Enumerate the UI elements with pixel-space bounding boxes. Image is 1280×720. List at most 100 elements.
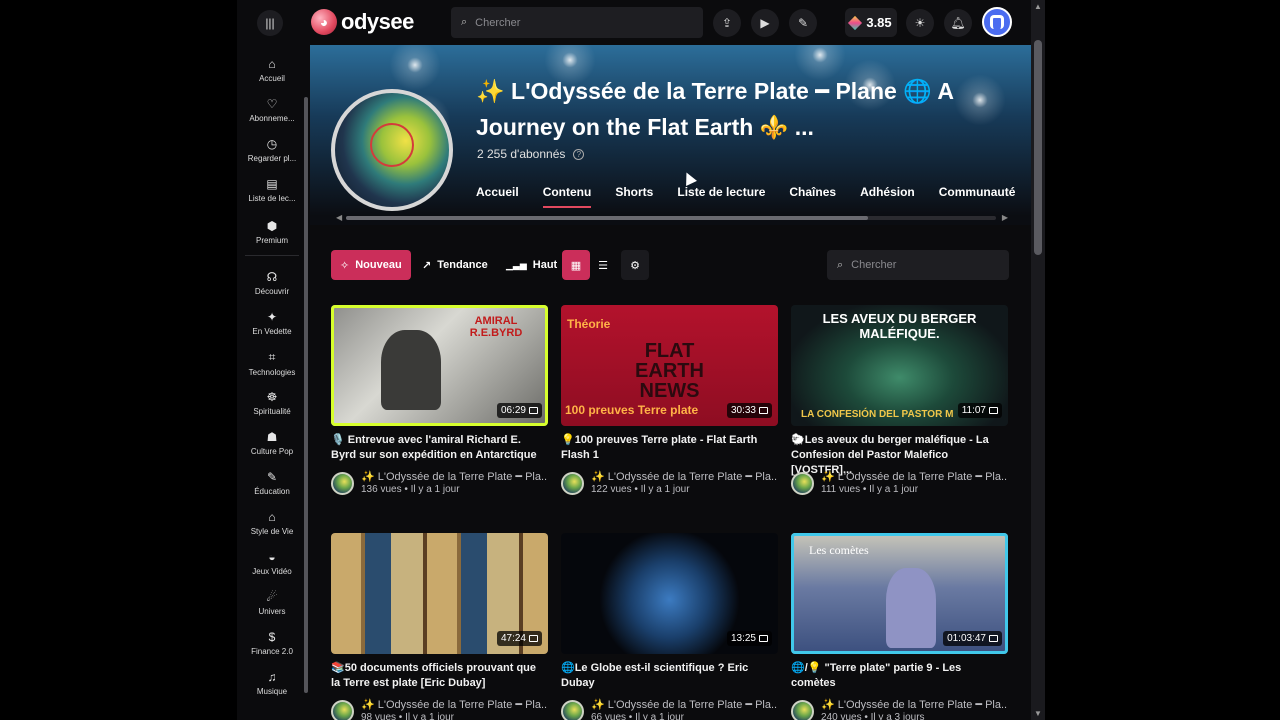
video-title[interactable]: 📚50 documents officiels prouvant que la … xyxy=(331,661,548,691)
scroll-up-icon[interactable]: ▲ xyxy=(1034,2,1042,11)
menu-icon[interactable]: ||| xyxy=(257,10,283,36)
video-thumbnail[interactable]: LES AVEUX DU BERGER MALÉFIQUE. LA CONFES… xyxy=(791,305,1008,426)
sidebar-item-style-de-vie[interactable]: ⌂ Style de Vie xyxy=(237,510,307,536)
theme-toggle-icon[interactable]: ☀ xyxy=(906,9,934,37)
channel-avatar[interactable] xyxy=(331,89,453,211)
video-channel-name[interactable]: ✨ L'Odyssée de la Terre Plate ━ Pla... xyxy=(361,470,548,483)
sidebar-divider xyxy=(245,255,299,256)
channel-avatar-small[interactable] xyxy=(791,700,814,720)
video-channel-name[interactable]: ✨ L'Odyssée de la Terre Plate ━ Pla... xyxy=(361,698,548,711)
tab-adhesion[interactable]: Adhésion xyxy=(848,185,927,207)
scroll-right-icon[interactable]: ▶ xyxy=(1002,213,1008,222)
channel-avatar-small[interactable] xyxy=(791,472,814,495)
tab-communaute[interactable]: Communauté xyxy=(927,185,1028,207)
filter-trending-button[interactable]: ↗ Tendance xyxy=(413,250,497,280)
tab-liste-de-lecture[interactable]: Liste de lecture xyxy=(665,185,777,207)
video-duration: 11:07 xyxy=(957,403,1002,418)
channel-avatar-small[interactable] xyxy=(331,472,354,495)
video-views-date: 136 vues • Il y a 1 jour xyxy=(361,484,460,495)
video-channel-name[interactable]: ✨ L'Odyssée de la Terre Plate ━ Pla... xyxy=(591,470,778,483)
video-title[interactable]: 🌐Le Globe est-il scientifique ? Eric Dub… xyxy=(561,661,778,691)
sidebar-item-label: Technologies xyxy=(248,368,296,377)
sidebar-item-univers[interactable]: ☄ Univers xyxy=(237,590,307,616)
search-icon: ⌕ xyxy=(837,258,844,271)
filter-new-button[interactable]: ✧ Nouveau xyxy=(331,250,411,280)
duration-text: 13:25 xyxy=(730,633,756,644)
filter-bar: ✧ Nouveau ↗ Tendance ▁▃▅ Haut ▦ ☰ ⚙ ⌕ xyxy=(331,250,1009,280)
channel-avatar-small[interactable] xyxy=(331,700,354,720)
scroll-thumb[interactable] xyxy=(346,216,868,220)
sidebar-item-decouvrir[interactable]: ☊ Découvrir xyxy=(237,270,307,296)
content-search-input[interactable] xyxy=(851,259,992,271)
video-meta: ✨ L'Odyssée de la Terre Plate ━ Pla... 9… xyxy=(331,698,548,720)
video-thumbnail[interactable]: Les comètes 01:03:47 xyxy=(791,533,1008,654)
user-avatar[interactable] xyxy=(982,7,1012,37)
video-title[interactable]: 🌐/💡 "Terre plate" partie 9 - Les comètes xyxy=(791,661,1008,691)
video-channel-name[interactable]: ✨ L'Odyssée de la Terre Plate ━ Pla... xyxy=(591,698,778,711)
sidebar-item-education[interactable]: ✎ Éducation xyxy=(237,470,307,496)
filter-top-button[interactable]: ▁▃▅ Haut xyxy=(497,250,566,280)
filter-settings-icon[interactable]: ⚙ xyxy=(621,250,649,280)
video-meta: ✨ L'Odyssée de la Terre Plate ━ Pla... 6… xyxy=(561,698,778,720)
scroll-down-icon[interactable]: ▼ xyxy=(1034,709,1042,718)
sidebar-item-abonnements[interactable]: ♡ Abonneme... xyxy=(237,97,307,123)
tab-shorts[interactable]: Shorts xyxy=(603,185,665,207)
sidebar-item-finance[interactable]: $ Finance 2.0 xyxy=(237,630,307,656)
sidebar-item-liste-de-lecture[interactable]: ▤ Liste de lec... xyxy=(237,177,307,203)
grid-view-icon[interactable]: ▦ xyxy=(562,250,590,280)
list-view-icon[interactable]: ☰ xyxy=(589,250,617,280)
video-title[interactable]: 🎙️ Entrevue avec l'amiral Richard E. Byr… xyxy=(331,433,548,463)
tab-chaines[interactable]: Chaînes xyxy=(777,185,848,207)
sidebar-item-jeux-video[interactable]: ◒ Jeux Vidéo xyxy=(237,550,307,576)
sidebar-item-label: Culture Pop xyxy=(250,447,294,456)
pen-icon[interactable]: ✎ xyxy=(789,9,817,37)
credits-balance[interactable]: 3.85 xyxy=(845,8,897,37)
tab-accueil[interactable]: Accueil xyxy=(464,185,531,207)
live-icon[interactable]: ▶ xyxy=(751,9,779,37)
sidebar-item-regarder-plus-tard[interactable]: ◷ Regarder pl... xyxy=(237,137,307,163)
logo[interactable]: ◕ odysee xyxy=(311,9,414,35)
sidebar-item-accueil[interactable]: ⌂ Accueil xyxy=(237,57,307,83)
page-scrollbar[interactable]: ▲ ▼ xyxy=(1031,0,1045,720)
filter-trending-label: Tendance xyxy=(437,259,488,271)
channel-avatar-small[interactable] xyxy=(561,472,584,495)
filter-top-label: Haut xyxy=(532,259,558,271)
playlist-icon: ▤ xyxy=(266,177,278,191)
search-bar[interactable]: ⌕ xyxy=(451,7,703,38)
thumbnail-text: Théorie xyxy=(567,317,611,331)
video-thumbnail[interactable]: 13:25 xyxy=(561,533,778,654)
sidebar-item-culture-pop[interactable]: ☗ Culture Pop xyxy=(237,430,307,456)
video-meta: ✨ L'Odyssée de la Terre Plate ━ Pla... 1… xyxy=(791,470,1008,496)
help-icon[interactable]: ? xyxy=(573,148,585,160)
sidebar-item-technologies[interactable]: ⌗ Technologies xyxy=(237,350,307,377)
channel-avatar-small[interactable] xyxy=(561,700,584,720)
search-input[interactable] xyxy=(475,16,676,29)
video-duration: 06:29 xyxy=(496,403,542,418)
channel-tabs: Accueil Contenu Shorts Liste de lecture … xyxy=(464,185,1028,208)
video-thumbnail[interactable]: 47:24 xyxy=(331,533,548,654)
logo-text: odysee xyxy=(341,9,414,34)
duration-text: 06:29 xyxy=(500,405,526,416)
video-channel-name[interactable]: ✨ L'Odyssée de la Terre Plate ━ Pla... xyxy=(821,698,1008,711)
sidebar-item-label: Style de Vie xyxy=(250,527,294,536)
video-channel-name[interactable]: ✨ L'Odyssée de la Terre Plate ━ Pla... xyxy=(821,470,1008,483)
sidebar-item-en-vedette[interactable]: ✦ En Vedette xyxy=(237,310,307,336)
tabs-scrollbar[interactable]: ◀ ▶ xyxy=(336,213,1008,222)
notifications-icon[interactable]: 🔔︎ xyxy=(944,9,972,37)
tab-contenu[interactable]: Contenu xyxy=(531,185,604,208)
content-search[interactable]: ⌕ xyxy=(827,250,1009,280)
video-thumbnail[interactable]: AMIRAL R.E.BYRD 06:29 xyxy=(331,305,548,426)
upload-icon[interactable]: ⇪ xyxy=(713,9,741,37)
sidebar-item-premium[interactable]: ⬢ Premium xyxy=(237,219,307,245)
sidebar-scrollbar[interactable] xyxy=(304,97,308,693)
sidebar-item-spiritualite[interactable]: ☸ Spiritualité xyxy=(237,390,307,416)
page-scroll-thumb[interactable] xyxy=(1034,40,1042,255)
lifestyle-icon: ⌂ xyxy=(268,510,276,524)
sidebar-item-musique[interactable]: ♫ Musique xyxy=(237,670,307,696)
scroll-left-icon[interactable]: ◀ xyxy=(336,213,342,222)
video-views-date: 240 vues • Il y a 3 jours xyxy=(821,712,925,720)
sidebar-item-label: Découvrir xyxy=(254,287,290,296)
video-thumbnail[interactable]: Théorie FLAT EARTH NEWS 100 preuves Terr… xyxy=(561,305,778,426)
channel-banner: ✨ L'Odyssée de la Terre Plate ━ Plane 🌐 … xyxy=(310,45,1032,225)
video-title[interactable]: 💡100 preuves Terre plate - Flat Earth Fl… xyxy=(561,433,778,463)
